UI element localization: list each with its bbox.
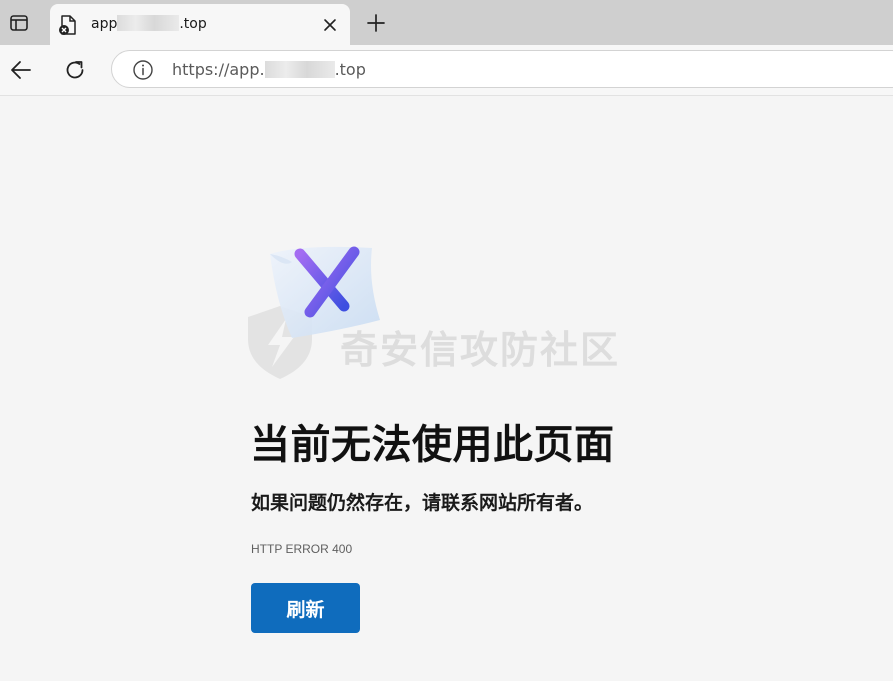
error-x-illustration: [270, 246, 380, 338]
browser-tab[interactable]: app .top: [50, 4, 350, 45]
redacted-domain: [264, 61, 335, 78]
watermark-text: 奇安信攻防社区: [340, 328, 621, 372]
info-icon[interactable]: [132, 59, 154, 81]
url-text[interactable]: https://app. .top: [172, 60, 366, 79]
tab-title: app .top: [91, 15, 207, 32]
tab-strip: app .top: [0, 0, 893, 45]
broken-page-icon: [59, 15, 76, 35]
error-message: 如果问题仍然存在，请联系网站所有者。: [251, 492, 594, 514]
plus-icon[interactable]: [364, 11, 388, 35]
page-title: 当前无法使用此页面: [250, 422, 615, 468]
tab-actions-icon: [10, 14, 28, 31]
close-icon[interactable]: [320, 15, 340, 35]
browser-toolbar: https://app. .top: [0, 45, 893, 96]
error-page: 奇安信攻防社区 当前无法使用此页面 如果问题仍然存在，请联系网站所有者。 HTT…: [0, 96, 893, 681]
tab-actions-button[interactable]: [0, 0, 38, 45]
back-arrow-icon[interactable]: [8, 57, 34, 83]
redacted-domain: [117, 15, 180, 31]
reload-icon[interactable]: [62, 57, 88, 83]
refresh-button[interactable]: 刷新: [251, 583, 360, 633]
address-bar[interactable]: https://app. .top: [111, 50, 893, 88]
error-code: HTTP ERROR 400: [251, 542, 353, 556]
